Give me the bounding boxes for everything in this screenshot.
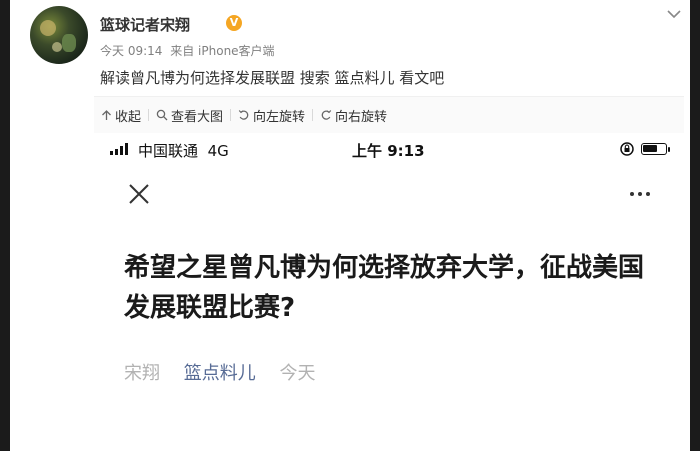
orientation-lock-icon [620,142,634,156]
embedded-screenshot[interactable]: 中国联通 4G 上午 9:13 希望之星曾凡博为何选择放弃大学，征战美国发展联盟… [100,134,680,451]
article-source-link[interactable]: 篮点料儿 [184,363,256,384]
carrier-label: 中国联通 4G [138,142,229,160]
post-time[interactable]: 今天 09:14 [100,44,162,58]
post-source: 来自 iPhone客户端 [170,44,275,58]
post-text: 解读曾凡博为何选择发展联盟 搜索 篮点料儿 看文吧 [100,69,445,87]
status-time: 上午 9:13 [352,142,425,160]
username[interactable]: 篮球记者宋翔 [100,14,190,35]
chevron-down-icon[interactable] [666,6,682,22]
verified-badge-icon: V [226,15,242,31]
collapse-button[interactable]: 收起 [94,106,148,125]
rotate-right-icon [321,110,332,120]
rotate-left-icon [238,110,249,120]
article-author: 宋翔 [124,363,160,384]
rotate-right-label: 向右旋转 [335,109,388,125]
article-date: 今天 [279,363,316,384]
magnifier-icon [156,109,168,121]
battery-icon [641,143,670,155]
post-meta: 今天 09:14 来自 iPhone客户端 [100,42,279,59]
view-large-label: 查看大图 [171,109,224,125]
article-byline: 宋翔 篮点料儿 今天 [124,359,315,385]
rotate-right-button[interactable]: 向右旋转 [313,106,394,125]
left-frame-edge [0,0,10,451]
view-large-button[interactable]: 查看大图 [149,106,230,125]
more-dots-icon[interactable] [630,192,650,196]
avatar[interactable] [30,6,88,64]
rotate-left-label: 向左旋转 [253,109,306,125]
battery-fill [643,145,657,152]
arrow-up-icon [102,110,111,120]
rotate-left-button[interactable]: 向左旋转 [231,106,312,125]
right-frame-edge [690,0,700,451]
phone-status-bar: 中国联通 4G 上午 9:13 [100,134,680,164]
article-title: 希望之星曾凡博为何选择放弃大学，征战美国发展联盟比赛? [124,253,645,323]
close-icon[interactable] [127,182,151,206]
collapse-label: 收起 [115,109,142,125]
image-toolbar: 收起 查看大图 向左旋转 向右旋转 [94,96,684,133]
post-header: 篮球记者宋翔 V 今天 09:14 来自 iPhone客户端 [26,6,686,76]
signal-bars-icon [110,143,128,155]
